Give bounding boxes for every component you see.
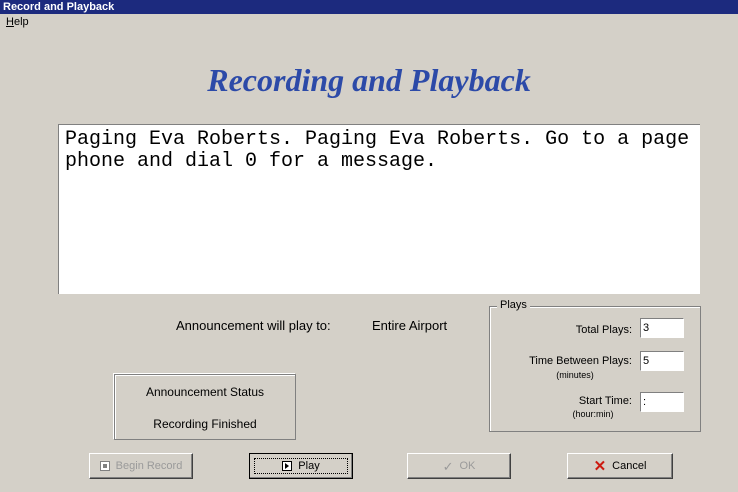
time-between-plays-unit: (minutes) [556, 370, 594, 380]
status-value: Recording Finished [153, 417, 257, 431]
total-plays-input[interactable]: 3 [640, 318, 684, 338]
ok-button[interactable]: ✓ OK [407, 453, 511, 479]
start-time-input[interactable]: : [640, 392, 684, 412]
begin-record-button[interactable]: Begin Record [89, 453, 193, 479]
message-text-area[interactable]: Paging Eva Roberts. Paging Eva Roberts. … [58, 124, 700, 294]
menu-help[interactable]: Help [6, 16, 29, 28]
menu-help-label: elp [13, 16, 29, 28]
announcement-label: Announcement will play to: [176, 318, 331, 333]
begin-record-label: Begin Record [115, 460, 183, 472]
record-icon [99, 461, 110, 471]
ok-label: OK [459, 460, 476, 472]
time-between-plays-label: Time Between Plays: [529, 355, 632, 367]
window-title: Record and Playback [3, 1, 115, 13]
page-heading: Recording and Playback [207, 62, 531, 98]
status-title: Announcement Status [145, 385, 265, 399]
cancel-label: Cancel [612, 460, 647, 472]
x-icon: ✕ [593, 457, 607, 475]
start-time-label: Start Time: [578, 395, 632, 407]
cancel-button[interactable]: ✕ Cancel [567, 453, 673, 479]
play-button-focus-ring [254, 458, 348, 474]
menu-bar: Help [0, 14, 738, 30]
total-plays-label: Total Plays: [575, 324, 632, 336]
menu-help-mnemonic: H [6, 16, 14, 28]
check-icon: ✓ [442, 458, 454, 474]
play-button[interactable]: Play [249, 453, 353, 479]
title-bar: Record and Playback [0, 0, 738, 14]
announcement-status-panel: Announcement Status Recording Finished [114, 374, 296, 440]
record-playback-window: Record and Playback Help Recording and P… [0, 0, 738, 492]
start-time-unit: (hour:min) [572, 409, 614, 419]
plays-legend: Plays [497, 299, 530, 311]
announcement-target: Entire Airport [372, 318, 448, 333]
time-between-plays-input[interactable]: 5 [640, 351, 684, 371]
